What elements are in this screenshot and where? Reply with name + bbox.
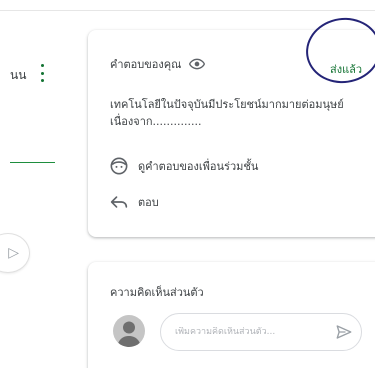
face-icon — [110, 157, 128, 175]
answer-text: เทคโนโลยีในปัจจุบันมีประโยชน์มากมายต่อมน… — [110, 98, 344, 128]
more-vert-icon[interactable] — [39, 64, 45, 82]
scroll-right-button[interactable]: ▷ — [0, 233, 30, 273]
chevron-right-icon: ▷ — [8, 245, 19, 261]
private-comments-card: ความคิดเห็นส่วนตัว — [88, 262, 375, 368]
answer-card-title: คำตอบของคุณ — [110, 58, 182, 71]
reply-icon — [110, 196, 128, 208]
private-comment-field[interactable] — [160, 313, 362, 351]
top-divider — [0, 10, 375, 11]
view-classmates-answers-label: ดูคำตอบของเพื่อนร่วมชั้น — [138, 160, 259, 173]
left-panel-label: นน — [10, 68, 27, 82]
avatar-icon — [113, 315, 145, 347]
left-panel-divider — [10, 162, 55, 163]
eye-icon — [189, 58, 206, 70]
answer-header: คำตอบของคุณ — [110, 55, 206, 73]
private-comment-input[interactable] — [175, 327, 335, 337]
reply-button[interactable]: ตอบ — [110, 193, 159, 211]
send-icon[interactable] — [335, 323, 353, 341]
view-classmates-answers-link[interactable]: ดูคำตอบของเพื่อนร่วมชั้น — [110, 157, 258, 175]
annotation-circle — [301, 13, 375, 88]
private-comments-title: ความคิดเห็นส่วนตัว — [110, 286, 204, 299]
reply-label: ตอบ — [138, 196, 159, 209]
your-answer-card: คำตอบของคุณ ส่งแล้ว เทคโนโลยีในปัจจุบันม… — [88, 13, 375, 237]
